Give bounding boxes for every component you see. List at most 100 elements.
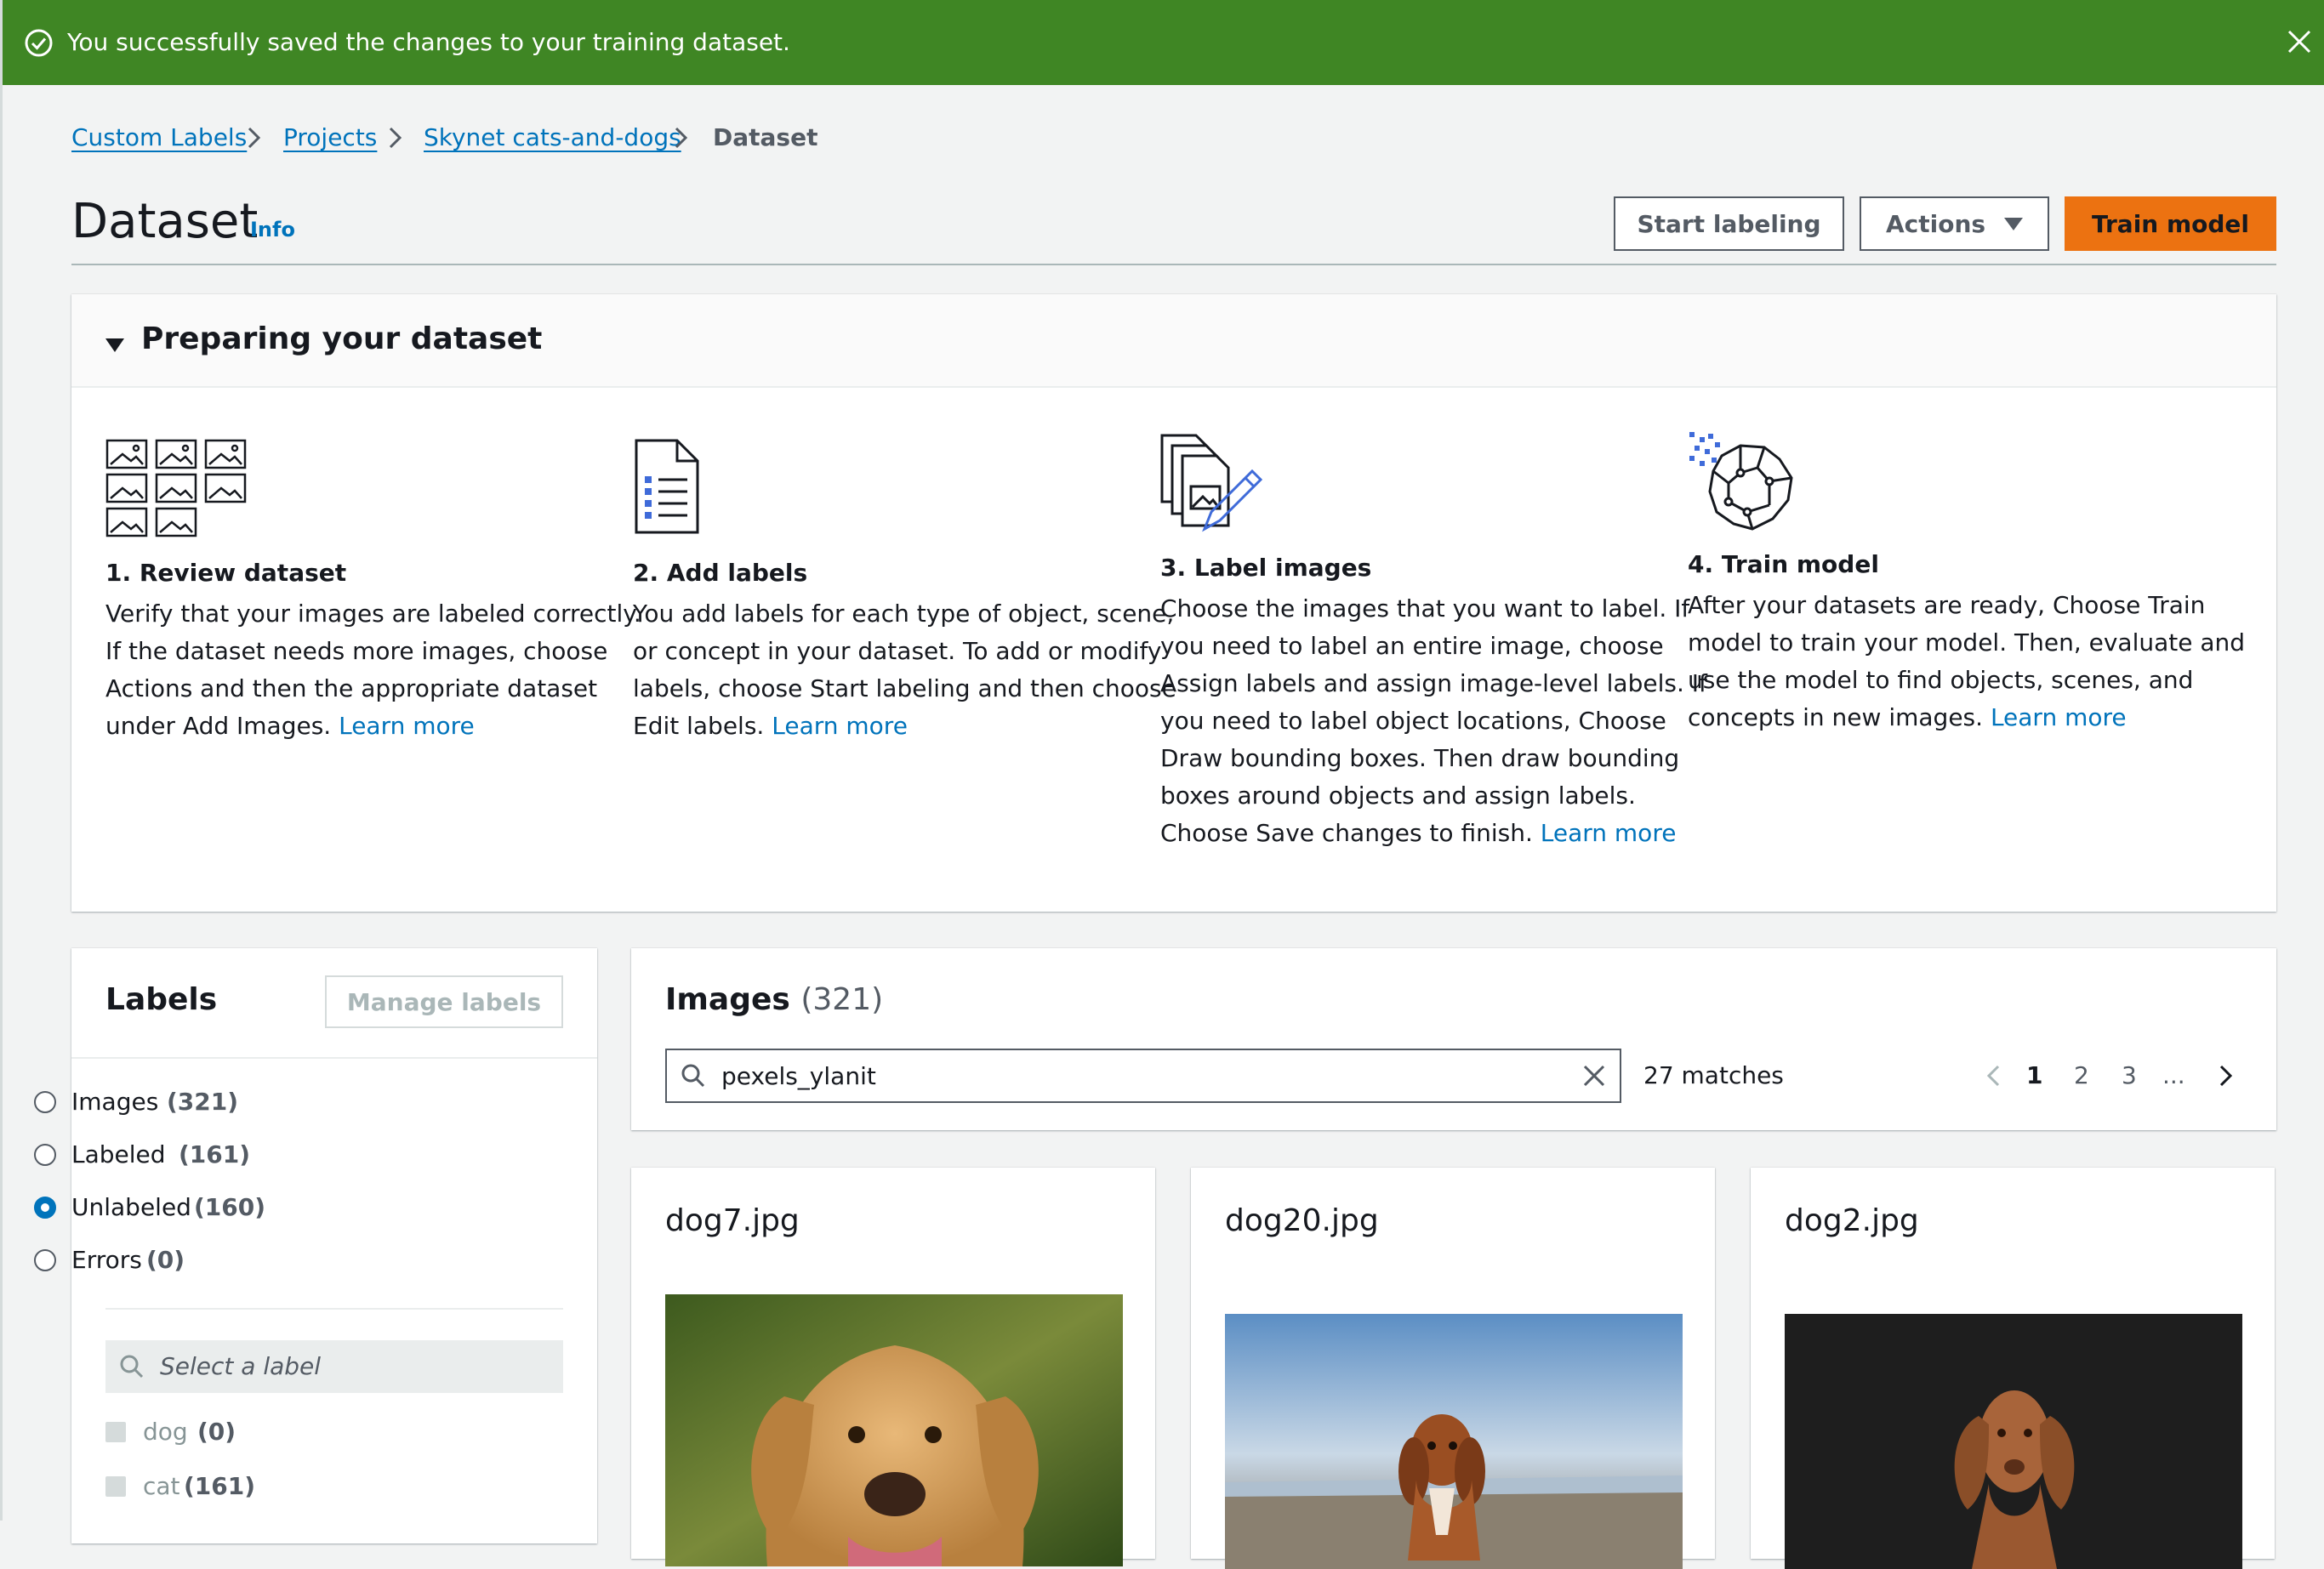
start-labeling-label: Start labeling [1637,209,1821,238]
step-desc-line: boxes around objects and assign labels. [1160,782,1636,810]
chevron-left-icon[interactable] [1980,1062,2008,1089]
step-title: 3. Label images [1160,554,1372,582]
label-name: dog [143,1418,188,1446]
chevron-right-icon [675,127,688,149]
breadcrumb-custom-labels[interactable]: Custom Labels [71,121,247,155]
caret-down-icon [2004,217,2024,230]
step-title: 1. Review dataset [105,559,347,587]
learn-more-link[interactable]: Learn more [1991,703,2127,731]
chevron-right-icon[interactable] [2212,1062,2239,1089]
preparing-dataset-panel: Preparing your dataset 1. Review dataset… [71,294,2276,912]
labels-divider [105,1308,563,1310]
actions-dropdown-button[interactable]: Actions [1860,196,2049,251]
step-description: Choose the images that you want to label… [1160,590,1707,852]
breadcrumb-project-name[interactable]: Skynet cats-and-dogs [424,121,681,155]
images-count: (321) [800,982,884,1017]
chevron-right-icon [389,127,402,149]
dog-photo-spaniel-beach [1225,1314,1683,1569]
train-model-button[interactable]: Train model [2065,196,2276,251]
images-panel-title: Images (321) [665,981,883,1020]
checkbox[interactable] [105,1476,126,1497]
step-title: 2. Add labels [633,559,808,587]
step-desc-line: concepts in new images. [1688,703,1991,731]
filter-label: Images [71,1088,159,1116]
filter-label: Labeled [71,1140,166,1168]
step-desc-line: you need to label object locations, Choo… [1160,707,1666,735]
checkbox[interactable] [105,1422,126,1442]
preparing-panel-header[interactable]: Preparing your dataset [71,294,2276,388]
image-filename: dog20.jpg [1225,1203,1379,1238]
page-3[interactable]: 3 [2122,1059,2137,1093]
page-1[interactable]: 1 [2026,1059,2042,1093]
step-desc-line: Edit labels. [633,712,772,740]
preparing-panel-title: Preparing your dataset [141,321,543,356]
radio-button[interactable] [34,1144,56,1166]
image-search-value: pexels_ylanit [721,1062,876,1090]
images-panel: Images (321) pexels_ylanit 27 matches 1 … [631,948,2276,1130]
step-desc-line: Draw bounding boxes. Then draw bounding [1160,744,1680,772]
step-description: You add labels for each type of object, … [633,595,1176,745]
close-icon[interactable] [2285,27,2314,56]
step-description: After your datasets are ready, Choose Tr… [1688,587,2246,736]
search-icon [681,1064,705,1088]
images-title: Images [665,982,790,1017]
image-card[interactable]: dog20.jpg [1191,1168,1715,1569]
flash-message: You successfully saved the changes to yo… [67,28,790,56]
label-search-input[interactable]: Select a label [105,1340,563,1393]
label-images-pencil-icon [1160,434,1263,532]
filter-label: Errors [71,1246,142,1274]
step-desc-line: Choose Save changes to finish. [1160,819,1541,847]
image-filename: dog2.jpg [1785,1203,1919,1238]
labels-panel-header: Labels Manage labels [71,948,597,1059]
clear-search-icon[interactable] [1581,1062,1608,1089]
checklist-document-icon [635,439,699,534]
image-card[interactable]: dog7.jpg [631,1168,1155,1566]
image-search-input[interactable]: pexels_ylanit [665,1049,1621,1103]
filter-count: (161) [179,1140,251,1168]
train-model-label: Train model [2091,209,2250,238]
page-left-border [0,0,3,1521]
filter-label: Unlabeled [71,1193,191,1221]
manage-labels-button[interactable]: Manage labels [325,975,563,1028]
step-title: 4. Train model [1688,550,1879,578]
labels-panel-title: Labels [105,982,218,1017]
page-ellipsis[interactable]: ... [2162,1059,2185,1093]
step-desc-line: you need to label an entire image, choos… [1160,632,1664,660]
filter-count: (160) [194,1193,266,1221]
learn-more-link[interactable]: Learn more [339,712,475,740]
radio-button[interactable] [34,1091,56,1113]
info-link[interactable]: Info [250,218,295,242]
label-search-placeholder: Select a label [160,1352,322,1380]
page-title: Dataset [71,194,259,249]
success-check-icon [25,29,53,57]
image-filename: dog7.jpg [665,1203,800,1238]
step-desc-line: If the dataset needs more images, choose [105,637,608,665]
radio-button[interactable] [34,1249,56,1271]
step-desc-line: Actions and then the appropriate dataset [105,674,598,702]
dog-photo-golden-retriever [665,1294,1123,1566]
label-name: cat [143,1472,180,1500]
header-divider [71,264,2276,265]
breadcrumb-projects[interactable]: Projects [283,121,377,155]
step-desc-line: under Add Images. [105,712,339,740]
success-flash-bar: You successfully saved the changes to yo… [3,0,2324,85]
learn-more-link[interactable]: Learn more [772,712,908,740]
dog-photo-vizsla [1785,1314,2242,1569]
learn-more-link[interactable]: Learn more [1541,819,1677,847]
step-desc-line: model to train your model. Then, evaluat… [1688,628,2246,657]
step-desc-line: use the model to find objects, scenes, a… [1688,666,2194,694]
start-labeling-button[interactable]: Start labeling [1614,196,1844,251]
filter-count: (0) [146,1246,185,1274]
label-count: (161) [184,1472,256,1500]
breadcrumb-current: Dataset [713,123,818,151]
radio-button-selected[interactable] [34,1197,56,1219]
step-desc-line: labels, choose Start labeling and then c… [633,674,1176,702]
chevron-right-icon [248,127,261,149]
image-grid-icon [105,439,247,537]
brain-circuit-icon [1689,432,1793,531]
page-2[interactable]: 2 [2074,1059,2089,1093]
search-icon [120,1355,144,1379]
actions-label: Actions [1885,209,1986,238]
image-card[interactable]: dog2.jpg [1751,1168,2275,1569]
label-count: (0) [197,1418,236,1446]
